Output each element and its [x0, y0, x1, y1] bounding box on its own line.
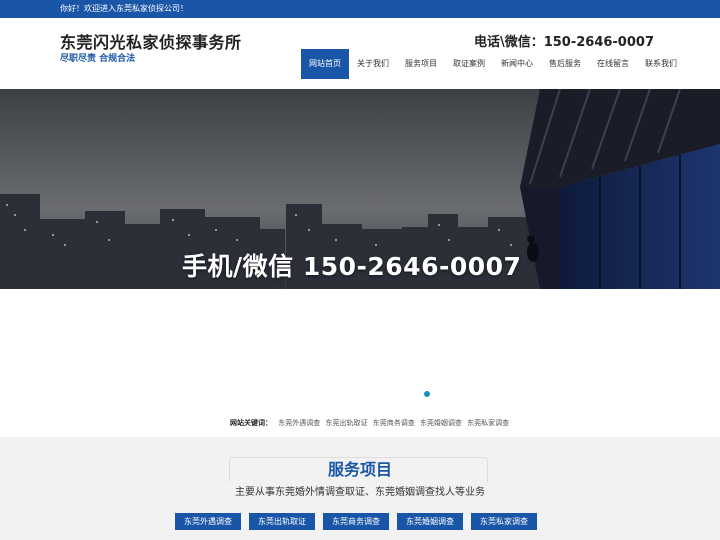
hero-banner[interactable]: 手机/微信 150-2646-0007 [0, 89, 720, 289]
service-button-infidelity[interactable]: 东莞出轨取证 [249, 513, 315, 530]
service-button-business[interactable]: 东莞商务调查 [323, 513, 389, 530]
header: 东莞闪光私家侦探事务所 尽职尽责 合规合法 电话\微信：150-2646-000… [0, 18, 720, 89]
keyword-link[interactable]: 东莞婚姻调查 [420, 419, 462, 427]
keyword-link[interactable]: 东莞私家调查 [467, 419, 509, 427]
services-section: 服务项目 主要从事东莞婚外情调查取证、东莞婚姻调查找人等业务 东莞外遇调查 东莞… [0, 437, 720, 540]
top-bar: 你好！欢迎进入东莞私家侦探公司！ [0, 0, 720, 18]
main-nav: 网站首页 关于我们 服务项目 取证案例 新闻中心 售后服务 在线留言 联系我们 [301, 49, 685, 79]
services-title: 服务项目 [327, 460, 392, 479]
site-slogan: 尽职尽责 合规合法 [60, 54, 136, 64]
nav-news[interactable]: 新闻中心 [493, 49, 541, 79]
keyword-link[interactable]: 东莞商务调查 [373, 419, 415, 427]
site-keywords: 网站关键词： 东莞外遇调查 东莞出轨取证 东莞商务调查 东莞婚姻调查 东莞私家调… [230, 418, 512, 428]
service-button-marriage[interactable]: 东莞婚姻调查 [397, 513, 463, 530]
service-button-private[interactable]: 东莞私家调查 [471, 513, 537, 530]
service-button-affair[interactable]: 东莞外遇调查 [175, 513, 241, 530]
nav-home[interactable]: 网站首页 [301, 49, 349, 79]
welcome-text: 你好！欢迎进入东莞私家侦探公司！ [60, 4, 188, 13]
nav-cases[interactable]: 取证案例 [445, 49, 493, 79]
nav-contact[interactable]: 联系我们 [637, 49, 685, 79]
hero-phone-text: 手机/微信 150-2646-0007 [182, 252, 522, 281]
keyword-link[interactable]: 东莞外遇调查 [278, 419, 320, 427]
site-title[interactable]: 东莞闪光私家侦探事务所 [60, 29, 242, 53]
services-subtitle: 主要从事东莞婚外情调查取证、东莞婚姻调查找人等业务 [235, 487, 485, 498]
nav-after-sales[interactable]: 售后服务 [541, 49, 589, 79]
keyword-link[interactable]: 东莞出轨取证 [325, 419, 367, 427]
contact-phone: 电话\微信：150-2646-0007 [473, 35, 654, 50]
nav-message[interactable]: 在线留言 [589, 49, 637, 79]
services-buttons: 东莞外遇调查 东莞出轨取证 东莞商务调查 东莞婚姻调查 东莞私家调查 [175, 513, 545, 530]
nav-about[interactable]: 关于我们 [349, 49, 397, 79]
keywords-label: 网站关键词： [230, 419, 272, 427]
carousel-dot[interactable] [424, 391, 430, 397]
nav-services[interactable]: 服务项目 [397, 49, 445, 79]
